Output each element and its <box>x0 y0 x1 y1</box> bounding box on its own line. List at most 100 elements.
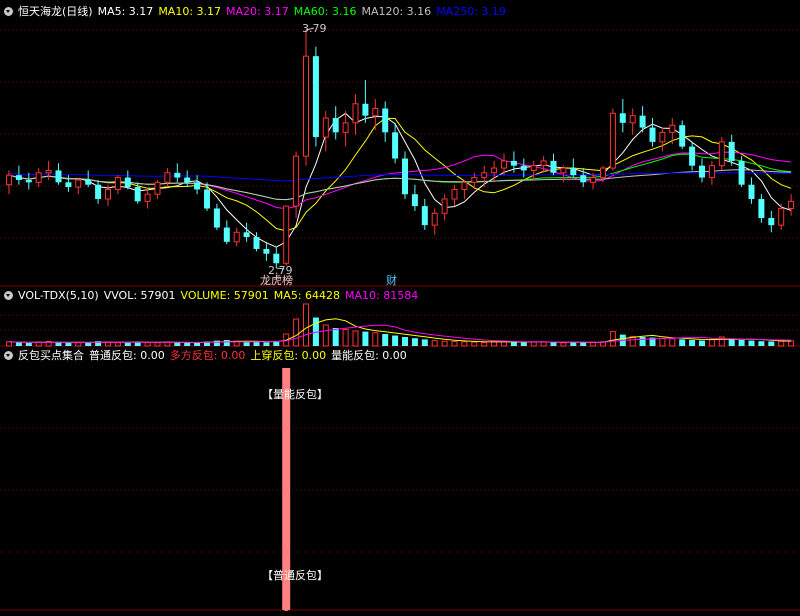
candle-body <box>649 127 656 142</box>
volume-bar <box>728 338 735 346</box>
candle-body <box>590 177 597 183</box>
candle-body <box>501 160 507 169</box>
candle-body <box>382 108 389 133</box>
candle-body <box>25 179 32 183</box>
stock-chart[interactable] <box>0 0 800 616</box>
volume-bar <box>580 342 587 346</box>
finance-marker[interactable]: 财 <box>386 272 397 288</box>
volume-bar <box>372 332 379 347</box>
volume-bar <box>778 340 785 347</box>
candle-body <box>124 177 131 188</box>
volume-bar <box>758 341 765 346</box>
candle-body <box>451 188 458 200</box>
signal-indicator-list: 普通反包: 0.00 多方反包: 0.00 上穿反包: 0.00 量能反包: 0.00 <box>89 349 412 362</box>
candle-body <box>530 165 537 171</box>
signal-dot <box>282 603 291 611</box>
candle-body <box>372 108 379 117</box>
price-indicator-1: MA10: 3.17 <box>158 5 222 18</box>
dragon-tiger-marker[interactable]: 龙虎榜 <box>260 272 293 288</box>
volume-bar <box>461 341 468 347</box>
candle-body <box>520 165 527 171</box>
price-indicator-0: MA5: 3.17 <box>97 5 154 18</box>
volume-bar <box>421 339 428 346</box>
candle-body <box>718 141 725 167</box>
candle-body <box>352 103 359 124</box>
candle-body <box>75 179 82 188</box>
volume-bar <box>15 342 22 346</box>
candle-body <box>491 167 498 174</box>
volume-bar <box>481 341 488 347</box>
candle-body <box>431 212 438 226</box>
candle-body <box>253 237 260 249</box>
signal-indicator-0: 普通反包: 0.00 <box>89 349 165 362</box>
volume-bar <box>530 341 537 347</box>
candle-body <box>105 188 111 200</box>
volume-bar <box>293 318 300 347</box>
signal-indicator-1: 多方反包: 0.00 <box>169 349 246 362</box>
settings-gear-icon[interactable] <box>4 351 13 360</box>
candle-body <box>85 179 92 185</box>
volume-bar <box>471 341 478 347</box>
volume-indicator-1: VOLUME: 57901 <box>180 289 269 302</box>
volume-bar <box>124 342 131 346</box>
candle-body <box>312 56 319 138</box>
candle-body <box>15 175 22 180</box>
candle-body <box>342 122 349 133</box>
volume-indicator-0: VVOL: 57901 <box>103 289 176 302</box>
volume-bar <box>243 342 250 346</box>
volume-panel-title: VOL-TDX(5,10) <box>18 289 99 302</box>
candle-body <box>471 177 478 183</box>
volume-bar <box>392 335 399 346</box>
signal-panel-title: 反包买点集合 <box>18 349 84 362</box>
candle-body <box>45 169 52 174</box>
volume-bar <box>402 337 408 346</box>
candle-body <box>540 160 547 167</box>
volume-bar <box>768 341 775 346</box>
price-indicator-2: MA20: 3.17 <box>226 5 289 18</box>
candle-body <box>362 103 369 116</box>
volume-indicator-list: VVOL: 57901 VOLUME: 57901 MA5: 64428 MA10: … <box>104 289 424 302</box>
volume-bar <box>590 341 597 347</box>
settings-gear-icon[interactable] <box>4 291 13 300</box>
candle-body <box>659 131 666 143</box>
candle-body <box>788 200 795 210</box>
candle-body <box>619 113 626 123</box>
volume-panel-header: VOL-TDX(5,10) VVOL: 57901 VOLUME: 57901 MA5… <box>0 289 428 303</box>
candle-body <box>293 155 300 207</box>
settings-gear-icon[interactable] <box>4 7 13 16</box>
candle-body <box>134 187 141 202</box>
candle-body <box>600 167 606 179</box>
candle-body <box>708 165 715 179</box>
candle-body <box>689 146 696 166</box>
volume-bar <box>689 340 696 346</box>
candle-body <box>303 55 309 157</box>
candle-body <box>550 160 557 173</box>
volume-bar <box>144 341 151 347</box>
candle-body <box>570 168 577 176</box>
volume-bar <box>342 329 349 347</box>
candle-body <box>510 160 517 166</box>
candle-body <box>748 184 755 199</box>
candle-body <box>194 182 201 190</box>
volume-bar <box>332 328 339 346</box>
candle-body <box>332 118 339 133</box>
candle-body <box>144 193 151 202</box>
normal-signal-annotation: 【普通反包】 <box>262 569 328 582</box>
volume-bar <box>788 340 795 347</box>
volume-bar <box>708 338 715 347</box>
candle-body <box>283 205 290 264</box>
volume-bar <box>560 342 567 347</box>
volume-indicator-2: MA5: 64428 <box>273 289 341 302</box>
candle-body <box>184 177 191 183</box>
volume-bar <box>303 303 309 347</box>
volume-bar <box>659 338 666 347</box>
candle-body <box>411 194 418 207</box>
candle-body <box>639 115 646 128</box>
volume-indicator-3: MA10: 81584 <box>345 289 419 302</box>
candle-body <box>758 198 765 219</box>
candle-body <box>154 181 161 195</box>
candle-body <box>481 172 488 179</box>
candle-body <box>392 132 399 159</box>
candle-body <box>174 172 181 178</box>
candle-body <box>699 165 705 178</box>
